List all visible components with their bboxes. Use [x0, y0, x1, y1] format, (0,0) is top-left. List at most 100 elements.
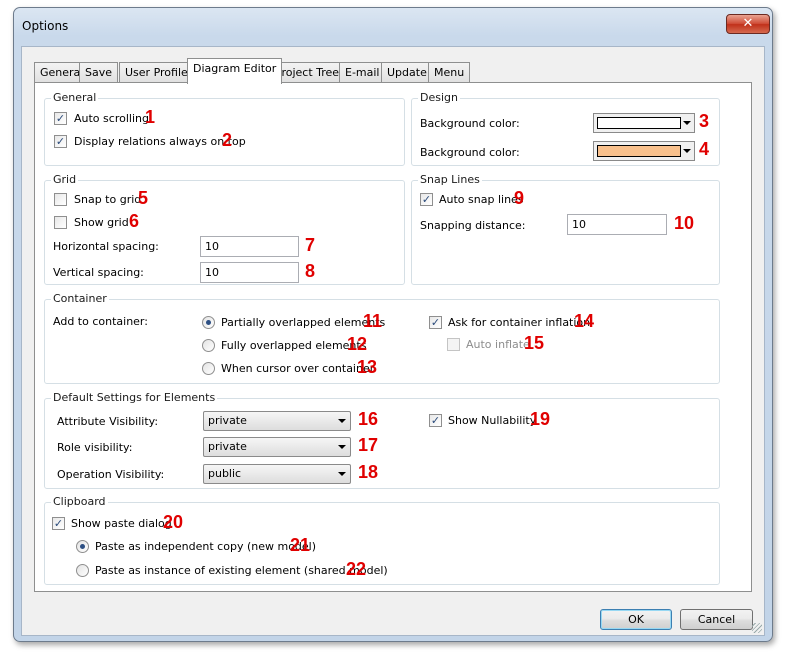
callout-number: 9: [514, 188, 525, 208]
horizontal-spacing-input[interactable]: 10: [200, 236, 299, 257]
auto-inflate-label: Auto inflate: [466, 338, 530, 351]
callout-number: 4: [699, 139, 710, 159]
callout-number: 18: [358, 462, 379, 482]
clipboard-group: Clipboard ✓ Show paste dialog 20 Paste a…: [44, 495, 720, 585]
callout-number: 11: [363, 311, 383, 331]
paste-independent-copy-radio[interactable]: [76, 540, 89, 553]
show-paste-dialog-label: Show paste dialog: [71, 517, 172, 530]
fully-overlapped-radio[interactable]: [202, 339, 215, 352]
ask-inflation-label: Ask for container inflation: [448, 316, 591, 329]
tab-user-profile[interactable]: User Profile: [119, 62, 194, 83]
vertical-spacing-input[interactable]: 10: [200, 262, 299, 283]
snap-lines-group: Snap Lines ✓ Auto snap lines 9 Snapping …: [411, 173, 720, 285]
chevron-down-icon: [683, 121, 691, 125]
role-visibility-label: Role visibility:: [57, 441, 133, 454]
group-title: Design: [418, 91, 460, 104]
chevron-down-icon: [338, 445, 346, 449]
group-title: Default Settings for Elements: [51, 391, 218, 404]
callout-number: 17: [358, 435, 379, 455]
snapping-distance-input[interactable]: 10: [567, 214, 667, 235]
snapping-distance-label: Snapping distance:: [420, 219, 526, 232]
auto-scrolling-label: Auto scrolling: [74, 112, 149, 125]
auto-scrolling-checkbox[interactable]: ✓: [54, 112, 67, 125]
attribute-visibility-label: Attribute Visibility:: [57, 415, 159, 428]
partially-overlapped-radio[interactable]: [202, 316, 215, 329]
group-title: Grid: [51, 173, 79, 186]
operation-visibility-select[interactable]: public: [203, 464, 351, 484]
cancel-button[interactable]: Cancel: [680, 609, 753, 630]
window-title: Options: [22, 19, 69, 33]
callout-number: 1: [145, 107, 156, 127]
show-grid-checkbox[interactable]: [54, 216, 67, 229]
horizontal-spacing-label: Horizontal spacing:: [53, 240, 159, 253]
grid-group: Grid Snap to grid 5 Show grid 6 Horizont…: [44, 173, 405, 285]
add-to-container-label: Add to container:: [53, 315, 148, 328]
callout-number: 21: [290, 535, 311, 555]
paste-instance-label: Paste as instance of existing element (s…: [95, 564, 388, 577]
dialog-client: General Save User Profile Diagram Editor…: [21, 46, 765, 636]
callout-number: 15: [524, 333, 545, 353]
selected-value: private: [208, 414, 247, 427]
background-color-picker-2[interactable]: [593, 141, 695, 161]
tab-diagram-editor[interactable]: Diagram Editor: [187, 58, 283, 84]
callout-number: 19: [530, 409, 551, 429]
auto-snap-lines-checkbox[interactable]: ✓: [420, 193, 433, 206]
group-title: Snap Lines: [418, 173, 482, 186]
callout-number: 8: [305, 261, 316, 281]
callout-number: 16: [358, 409, 379, 429]
default-settings-group: Default Settings for Elements Attribute …: [44, 391, 720, 489]
chevron-down-icon: [338, 472, 346, 476]
display-relations-checkbox[interactable]: ✓: [54, 135, 67, 148]
tab-menu[interactable]: Menu: [428, 62, 471, 83]
auto-snap-lines-label: Auto snap lines: [439, 193, 524, 206]
attribute-visibility-select[interactable]: private: [203, 411, 351, 431]
chevron-down-icon: [338, 419, 346, 423]
options-window: Options ✕ General Save User Profile Diag…: [13, 7, 773, 642]
callout-number: 2: [222, 130, 233, 150]
color-swatch: [597, 145, 681, 157]
selected-value: public: [208, 467, 242, 480]
auto-inflate-checkbox[interactable]: [447, 338, 460, 351]
background-color-picker[interactable]: [593, 113, 695, 133]
display-relations-label: Display relations always on top: [74, 135, 246, 148]
background-color-label-2: Background color:: [420, 146, 520, 159]
snap-to-grid-label: Snap to grid: [74, 193, 142, 206]
show-grid-label: Show grid: [74, 216, 129, 229]
show-nullability-label: Show Nullability: [448, 414, 537, 427]
design-group: Design Background color: 3 Background co…: [411, 91, 720, 166]
tab-save[interactable]: Save: [79, 62, 119, 83]
tab-update[interactable]: Update: [381, 62, 433, 83]
color-swatch: [597, 117, 681, 129]
close-icon[interactable]: ✕: [726, 14, 770, 34]
snap-to-grid-checkbox[interactable]: [54, 193, 67, 206]
callout-number: 14: [574, 311, 595, 331]
callout-number: 20: [163, 512, 184, 532]
tab-email[interactable]: E-mail: [339, 62, 386, 83]
group-title: Container: [51, 292, 109, 305]
operation-visibility-label: Operation Visibility:: [57, 468, 165, 481]
callout-number: 12: [347, 334, 368, 354]
callout-number: 22: [346, 559, 367, 579]
cursor-over-container-label: When cursor over container: [221, 362, 375, 375]
show-nullability-checkbox[interactable]: ✓: [429, 414, 442, 427]
selected-value: private: [208, 440, 247, 453]
resize-grip[interactable]: [752, 623, 762, 633]
ok-button[interactable]: OK: [600, 609, 672, 630]
diagram-editor-panel: General ✓ Auto scrolling 1 ✓ Display rel…: [34, 82, 752, 592]
role-visibility-select[interactable]: private: [203, 437, 351, 457]
show-paste-dialog-checkbox[interactable]: ✓: [52, 517, 65, 530]
callout-number: 6: [129, 211, 140, 231]
callout-number: 5: [138, 188, 149, 208]
vertical-spacing-label: Vertical spacing:: [53, 266, 144, 279]
general-group: General ✓ Auto scrolling 1 ✓ Display rel…: [44, 91, 405, 166]
paste-instance-radio[interactable]: [76, 564, 89, 577]
paste-independent-copy-label: Paste as independent copy (new model): [95, 540, 317, 553]
callout-number: 10: [674, 213, 695, 233]
cursor-over-container-radio[interactable]: [202, 362, 215, 375]
fully-overlapped-label: Fully overlapped elements: [221, 339, 367, 352]
chevron-down-icon: [683, 149, 691, 153]
partially-overlapped-label: Partially overlapped elements: [221, 316, 386, 329]
ask-inflation-checkbox[interactable]: ✓: [429, 316, 442, 329]
background-color-label: Background color:: [420, 117, 520, 130]
group-title: General: [51, 91, 99, 104]
